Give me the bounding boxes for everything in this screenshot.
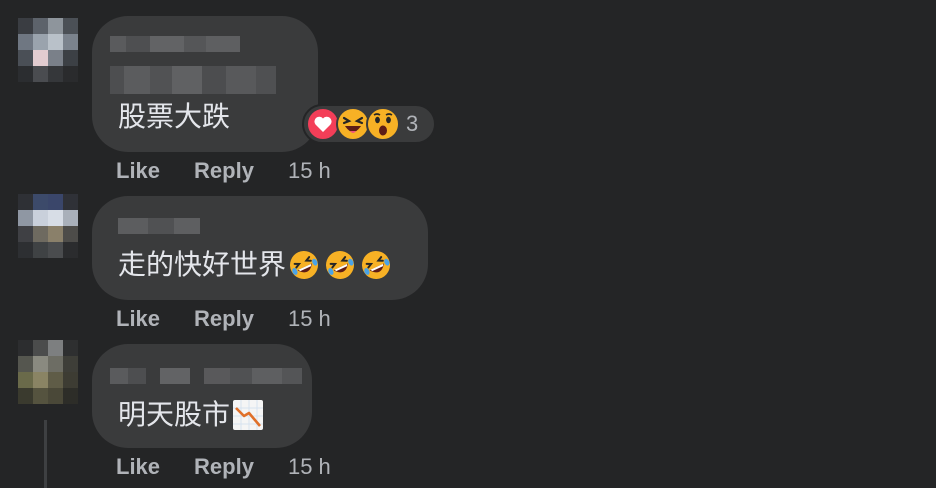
commenter-name-blurred[interactable]: [110, 368, 302, 384]
comment-text-label: 股票大跌: [118, 101, 231, 132]
avatar[interactable]: [18, 18, 78, 98]
comment-text: 明天股市: [118, 398, 264, 432]
comment-bubble: 股票大跌: [92, 16, 318, 152]
comment-text: 走的快好世界: [118, 248, 392, 282]
comment-timestamp[interactable]: 15 h: [288, 306, 331, 332]
comment-actions: Like Reply 15 h: [116, 306, 331, 332]
avatar[interactable]: [18, 194, 78, 274]
rolling-on-floor-laughing-icon: [326, 251, 355, 279]
comment-text: 股票大跌: [118, 100, 230, 134]
comment-actions: Like Reply 15 h: [116, 454, 331, 480]
comment-actions: Like Reply 15 h: [116, 158, 331, 184]
like-button[interactable]: Like: [116, 454, 160, 480]
reaction-count: 3: [406, 111, 419, 136]
comment-timestamp[interactable]: 15 h: [288, 158, 331, 184]
wow-icon: [366, 107, 400, 141]
thread-line: [44, 420, 47, 488]
comment-text-label: 明天股市: [118, 399, 231, 430]
comment-text-label: 走的快好世界: [118, 249, 287, 280]
chart-decreasing-icon: [233, 400, 264, 430]
comment-bubble: 明天股市: [92, 344, 312, 448]
reaction-summary[interactable]: 3: [302, 104, 436, 144]
like-button[interactable]: Like: [116, 306, 160, 332]
commenter-name-blurred: [110, 66, 276, 94]
commenter-name-blurred[interactable]: [118, 218, 200, 234]
commenter-name-blurred[interactable]: [110, 36, 240, 52]
rolling-on-floor-laughing-icon: [362, 251, 391, 279]
rolling-on-floor-laughing-icon: [290, 251, 319, 279]
comment-timestamp[interactable]: 15 h: [288, 454, 331, 480]
reply-button[interactable]: Reply: [194, 454, 254, 480]
comment-bubble: 走的快好世界: [92, 196, 428, 300]
reply-button[interactable]: Reply: [194, 306, 254, 332]
like-button[interactable]: Like: [116, 158, 160, 184]
avatar[interactable]: [18, 340, 78, 420]
laughing-squint-icon: [336, 107, 370, 141]
reply-button[interactable]: Reply: [194, 158, 254, 184]
heart-icon: [306, 107, 340, 141]
